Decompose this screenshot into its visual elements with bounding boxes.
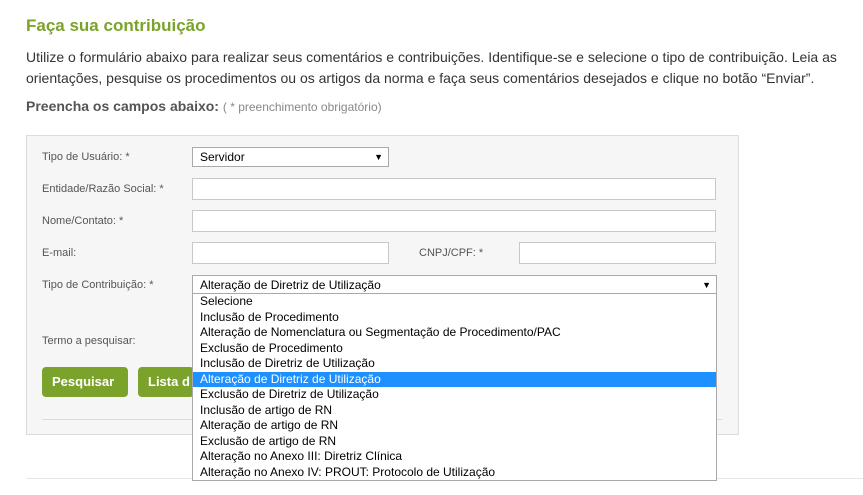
- intro-text: Utilize o formulário abaixo para realiza…: [26, 49, 837, 86]
- tipo-usuario-select[interactable]: Servidor ▼: [192, 147, 389, 167]
- cnpj-field[interactable]: [519, 242, 716, 264]
- pesquisar-button[interactable]: Pesquisar: [42, 367, 128, 397]
- tipo-usuario-value: Servidor: [200, 150, 245, 164]
- dropdown-option[interactable]: Alteração de artigo de RN: [193, 418, 716, 434]
- email-label: E-mail:: [42, 247, 77, 259]
- dropdown-option[interactable]: Selecione: [193, 294, 716, 310]
- nome-field[interactable]: [192, 210, 716, 232]
- email-field[interactable]: [192, 242, 389, 264]
- page-title: Faça sua contribuição: [26, 16, 206, 35]
- dropdown-option[interactable]: Alteração no Anexo III: Diretriz Clínica: [193, 449, 716, 465]
- dropdown-option[interactable]: Exclusão de Procedimento: [193, 341, 716, 357]
- tipo-contribuicao-select[interactable]: Alteração de Diretriz de Utilização ▼: [192, 275, 717, 295]
- dropdown-option[interactable]: Exclusão de artigo de RN: [193, 434, 716, 450]
- dropdown-option[interactable]: Alteração no Anexo IV: PROUT: Protocolo …: [193, 465, 716, 481]
- tipo-usuario-label: Tipo de Usuário: *: [42, 151, 130, 163]
- tipo-contribuicao-dropdown[interactable]: Selecione Inclusão de Procedimento Alter…: [192, 293, 717, 481]
- chevron-down-icon: ▼: [702, 280, 711, 290]
- dropdown-option[interactable]: Alteração de Diretriz de Utilização: [193, 371, 716, 387]
- fill-instructions: Preencha os campos abaixo: ( * preenchim…: [26, 98, 382, 114]
- dropdown-option[interactable]: Alteração de Nomenclatura ou Segmentação…: [193, 325, 716, 341]
- cnpj-label: CNPJ/CPF: *: [419, 247, 484, 259]
- dropdown-option[interactable]: Exclusão de Diretriz de Utilização: [193, 387, 716, 403]
- dropdown-option[interactable]: Inclusão de Diretriz de Utilização: [193, 356, 716, 372]
- entidade-label: Entidade/Razão Social: *: [42, 183, 164, 195]
- nome-label: Nome/Contato: *: [42, 215, 124, 227]
- fill-label: Preencha os campos abaixo:: [26, 98, 219, 114]
- required-hint: ( * preenchimento obrigatório): [222, 100, 382, 114]
- tipo-contribuicao-value: Alteração de Diretriz de Utilização: [200, 278, 381, 292]
- termo-label: Termo a pesquisar:: [42, 335, 136, 347]
- dropdown-option[interactable]: Inclusão de artigo de RN: [193, 403, 716, 419]
- entidade-field[interactable]: [192, 178, 716, 200]
- lista-button[interactable]: Lista d: [138, 367, 194, 397]
- chevron-down-icon: ▼: [374, 152, 383, 162]
- dropdown-option[interactable]: Inclusão de Procedimento: [193, 310, 716, 326]
- tipo-contribuicao-label: Tipo de Contribuição: *: [42, 279, 154, 291]
